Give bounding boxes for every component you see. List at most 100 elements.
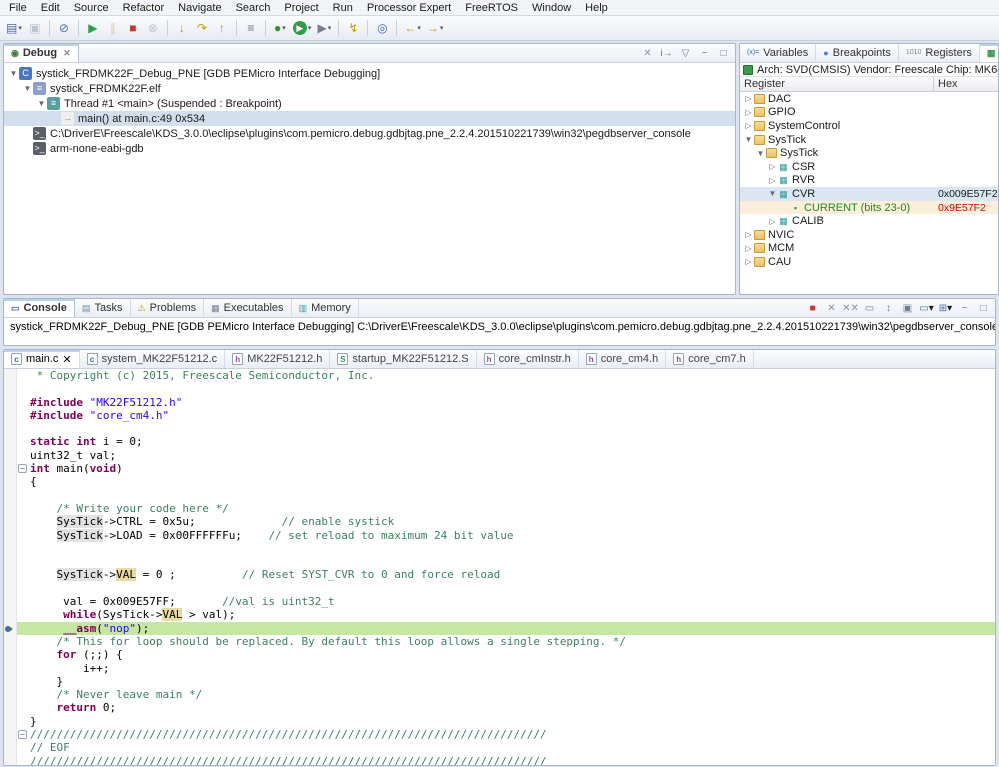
editor-ruler[interactable]: → (4, 621, 17, 635)
register-row[interactable]: ▷ DAC (740, 92, 998, 106)
tab-memory[interactable]: ▥ Memory (292, 299, 359, 317)
code-line[interactable]: { (4, 475, 995, 489)
code-line[interactable] (4, 488, 995, 502)
register-row[interactable]: ▷ GPIO (740, 106, 998, 120)
tree-expander-icon[interactable]: ▷ (743, 257, 754, 266)
code-line[interactable]: } (4, 714, 995, 729)
remove-launch-button[interactable]: ✕ (823, 301, 840, 316)
tree-expander-icon[interactable]: ▷ (743, 121, 754, 130)
editor-ruler[interactable] (4, 741, 17, 755)
code-line[interactable]: −///////////////////////////////////////… (4, 728, 995, 742)
debug-tree-row[interactable]: ▼ Csystick_FRDMK22F_Debug_PNE [GDB PEMicr… (4, 66, 735, 81)
editor-ruler[interactable] (4, 528, 17, 542)
editor-ruler[interactable] (4, 754, 17, 765)
code-line[interactable]: } (4, 674, 995, 689)
register-row[interactable]: ▷ ▦ CSR (740, 160, 998, 174)
editor-ruler[interactable] (4, 674, 17, 689)
register-row[interactable]: ▷ MCM (740, 242, 998, 256)
external-tools-button[interactable]: ▶ ▾ (314, 18, 334, 38)
editor-ruler[interactable] (4, 728, 17, 742)
menu-item-navigate[interactable]: Navigate (171, 1, 228, 15)
tree-expander-icon[interactable]: ▷ (767, 176, 778, 185)
remove-all-terminated-button[interactable]: ✕ (639, 46, 656, 61)
debug-tree-row[interactable]: ▼ ≡ Thread #1 <main> (Suspended : Breakpoi… (4, 96, 735, 111)
debug-tree-row[interactable]: → main() at main.c:49 0x534 (4, 111, 735, 126)
tree-expander-icon[interactable]: ▼ (8, 69, 19, 78)
fold-collapse-icon[interactable]: − (18, 464, 27, 474)
maximize-button[interactable]: □ (715, 46, 732, 61)
menu-item-source[interactable]: Source (67, 1, 116, 15)
close-icon[interactable]: ✕ (62, 353, 71, 366)
tree-expander-icon[interactable]: ▼ (755, 149, 766, 158)
menu-item-project[interactable]: Project (277, 1, 325, 15)
code-line[interactable] (4, 581, 995, 596)
editor-ruler[interactable] (4, 555, 17, 569)
menu-item-help[interactable]: Help (578, 1, 615, 15)
debug-tree-row[interactable]: >_ C:\DriverE\Freescale\KDS_3.0.0\eclipse… (4, 126, 735, 141)
run-button[interactable]: ▶ ▾ (290, 18, 315, 38)
register-row[interactable]: ▷ CAU (740, 255, 998, 269)
terminate-console-button[interactable]: ■ (804, 301, 821, 316)
editor-ruler[interactable] (4, 488, 17, 502)
editor-ruler[interactable] (4, 395, 17, 409)
view-menu-button[interactable]: ▽ (677, 46, 694, 61)
forward-button[interactable]: → ▾ (424, 18, 447, 38)
editor-ruler[interactable] (4, 462, 17, 476)
resume-button[interactable]: ▶ (83, 18, 103, 38)
code-line[interactable]: i++; (4, 661, 995, 675)
editor-ruler[interactable] (4, 595, 17, 609)
tab-registers[interactable]: 1010 Registers (899, 44, 980, 62)
code-line[interactable]: SysTick->CTRL = 0x5u; // enable systick (4, 515, 995, 529)
menu-item-refactor[interactable]: Refactor (116, 1, 172, 15)
step-into-button[interactable]: ↓ (172, 18, 192, 38)
instruction-stepping-button[interactable]: ≡ (241, 18, 261, 38)
fold-collapse-icon[interactable]: − (18, 730, 27, 740)
editor-tab-system_MK22F51212-c[interactable]: c system_MK22F51212.c (80, 350, 226, 368)
editor-ruler[interactable] (4, 701, 17, 715)
tab-tasks[interactable]: ▤ Tasks (75, 299, 131, 317)
flash-programmer-button[interactable]: ↯ (343, 18, 363, 38)
suspend-button[interactable]: ∥ (103, 18, 123, 38)
step-over-button[interactable]: ↷ (192, 18, 212, 38)
editor-ruler[interactable] (4, 688, 17, 702)
editor-ruler[interactable] (4, 648, 17, 662)
debug-button[interactable]: ● ▾ (270, 18, 290, 38)
editor-ruler[interactable] (4, 422, 17, 436)
debug-tree-row[interactable]: >_ arm-none-eabi-gdb (4, 141, 735, 156)
tree-expander-icon[interactable]: ▷ (767, 217, 778, 226)
editor-ruler[interactable] (4, 448, 17, 463)
code-line[interactable]: val = 0x009E57FF; //val is uint32_t (4, 595, 995, 609)
code-line[interactable]: SysTick->LOAD = 0x00FFFFFFu; // set relo… (4, 528, 995, 542)
close-icon[interactable]: ✕ (63, 48, 71, 59)
code-line[interactable]: /* This for loop should be replaced. By … (4, 634, 995, 649)
editor-ruler[interactable] (4, 515, 17, 529)
register-row[interactable]: ▷ NVIC (740, 228, 998, 242)
display-selected-console-button[interactable]: ▭ ▾ (918, 301, 935, 316)
code-line[interactable]: #include "core_cm4.h" (4, 408, 995, 423)
editor-tab-core_cm4-h[interactable]: h core_cm4.h (579, 350, 667, 368)
clear-console-button[interactable]: ▭ (861, 301, 878, 316)
scroll-lock-button[interactable]: ↕ (880, 301, 897, 316)
code-line[interactable]: #include "MK22F51212.h" (4, 395, 995, 409)
new-wizard-button[interactable]: ▤ ▾ (3, 18, 25, 38)
editor-ruler[interactable] (4, 608, 17, 622)
debug-tree-row[interactable]: ▼ ≡ systick_FRDMK22F.elf (4, 81, 735, 96)
minimize-button[interactable]: − (956, 301, 973, 316)
code-line[interactable]: while(SysTick->VAL > val); (4, 608, 995, 622)
code-line[interactable]: ////////////////////////////////////////… (4, 754, 995, 765)
editor-ruler[interactable] (4, 714, 17, 729)
tree-expander-icon[interactable]: ▷ (743, 230, 754, 239)
register-row[interactable]: ▷ SystemControl (740, 119, 998, 133)
editor-ruler[interactable] (4, 568, 17, 582)
menu-item-file[interactable]: File (2, 1, 34, 15)
register-row[interactable]: ▼ ▦ CVR 0x009E57F2 (740, 187, 998, 201)
menu-item-search[interactable]: Search (229, 1, 278, 15)
editor-tab-core_cm7-h[interactable]: h core_cm7.h (666, 350, 754, 368)
tree-expander-icon[interactable]: ▷ (767, 162, 778, 171)
code-line[interactable]: /* Write your code here */ (4, 501, 995, 516)
register-row[interactable]: ▪ CURRENT (bits 23-0) 0x9E57F2 (740, 200, 998, 215)
code-line[interactable]: * Copyright (c) 2015, Freescale Semicond… (4, 369, 995, 383)
tab-executables[interactable]: ▦ Executables (204, 299, 292, 317)
editor-ruler[interactable] (4, 408, 17, 423)
remove-all-launches-button[interactable]: ✕✕ (842, 301, 859, 316)
